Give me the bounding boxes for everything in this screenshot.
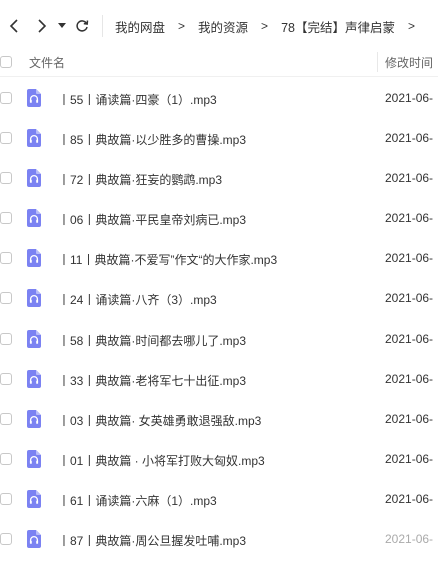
file-modified-date: 2021-06- <box>385 211 434 226</box>
file-modified-date: 2021-06- <box>385 331 434 346</box>
breadcrumb-item-my-resources[interactable]: 我的资源 <box>198 17 248 36</box>
file-modified-date: 2021-06- <box>385 251 434 266</box>
file-modified-date: 2021-06- <box>385 532 434 547</box>
column-header-name[interactable]: 文件名 <box>29 54 65 71</box>
row-checkbox[interactable] <box>0 452 12 465</box>
audio-file-icon <box>27 209 41 228</box>
file-modified-date: 2021-06- <box>385 371 434 386</box>
file-name[interactable]: 丨85丨典故篇·以少胜多的曹操.mp3 <box>58 131 246 148</box>
file-modified-date: 2021-06- <box>385 171 434 186</box>
file-modified-date: 2021-06- <box>385 291 434 306</box>
list-header: 文件名 修改时间 <box>0 48 438 77</box>
file-modified-date: 2021-06- <box>385 451 434 466</box>
audio-file-icon <box>27 89 41 107</box>
file-row[interactable]: 丨72丨典故篇·狂妄的鹦鹉.mp3 2021-06- <box>0 158 438 198</box>
file-name[interactable]: 丨03丨典故篇· 女英雄勇敢退强敌.mp3 <box>58 412 261 429</box>
breadcrumb-separator: > <box>261 19 269 33</box>
row-checkbox[interactable] <box>0 372 12 385</box>
chevron-left-icon[interactable] <box>2 14 26 38</box>
row-checkbox[interactable] <box>0 292 12 305</box>
audio-file-icon <box>27 329 41 348</box>
file-row[interactable]: 丨61丨诵读篇·六麻（1）.mp3 2021-06- <box>0 479 438 519</box>
breadcrumb-separator: > <box>407 19 415 33</box>
row-checkbox[interactable] <box>0 412 12 425</box>
file-row[interactable]: 丨03丨典故篇· 女英雄勇敢退强敌.mp3 2021-06- <box>0 399 438 439</box>
file-row[interactable]: 丨01丨典故篇 · 小将军打败大匈奴.mp3 2021-06- <box>0 439 438 479</box>
row-checkbox[interactable] <box>0 92 12 104</box>
navigation-bar: 我的网盘 > 我的资源 > 78【完结】声律启蒙 > <box>0 0 438 52</box>
file-row[interactable]: 丨11丨典故篇·不爱写”作文“的大作家.mp3 2021-06- <box>0 238 438 278</box>
file-row[interactable]: 丨33丨典故篇·老将军七十出征.mp3 2021-06- <box>0 359 438 399</box>
file-modified-date: 2021-06- <box>385 91 434 105</box>
file-name[interactable]: 丨24丨诵读篇·八齐（3）.mp3 <box>58 291 217 308</box>
audio-file-icon <box>27 530 41 549</box>
file-name[interactable]: 丨72丨典故篇·狂妄的鹦鹉.mp3 <box>58 171 222 188</box>
row-checkbox[interactable] <box>0 132 12 145</box>
row-checkbox[interactable] <box>0 533 12 546</box>
nav-divider <box>102 15 103 37</box>
audio-file-icon <box>27 449 41 468</box>
file-row[interactable]: 丨85丨典故篇·以少胜多的曹操.mp3 2021-06- <box>0 118 438 158</box>
breadcrumb-separator: > <box>178 19 186 33</box>
file-modified-date: 2021-06- <box>385 131 434 146</box>
file-row[interactable]: 丨58丨典故篇·时间都去哪儿了.mp3 2021-06- <box>0 319 438 359</box>
audio-file-icon <box>27 289 41 308</box>
file-row[interactable]: 丨55丨诵读篇·四豪（1）.mp3 2021-06- <box>0 78 438 118</box>
file-modified-date: 2021-06- <box>385 491 434 506</box>
audio-file-icon <box>27 489 41 508</box>
audio-file-icon <box>27 409 41 428</box>
audio-file-icon <box>27 249 41 268</box>
file-row[interactable]: 丨24丨诵读篇·八齐（3）.mp3 2021-06- <box>0 278 438 318</box>
file-name[interactable]: 丨55丨诵读篇·四豪（1）.mp3 <box>58 91 217 108</box>
file-modified-date: 2021-06- <box>385 411 434 426</box>
file-list: 丨55丨诵读篇·四豪（1）.mp3 2021-06- 丨85丨典故篇·以少胜多的… <box>0 78 438 559</box>
file-name[interactable]: 丨33丨典故篇·老将军七十出征.mp3 <box>58 372 246 389</box>
row-checkbox[interactable] <box>0 172 12 185</box>
file-name[interactable]: 丨06丨典故篇·平民皇帝刘病已.mp3 <box>58 211 246 228</box>
column-header-modified[interactable]: 修改时间 <box>385 54 433 71</box>
file-row[interactable]: 丨06丨典故篇·平民皇帝刘病已.mp3 2021-06- <box>0 198 438 238</box>
file-name[interactable]: 丨11丨典故篇·不爱写”作文“的大作家.mp3 <box>58 251 277 268</box>
file-name[interactable]: 丨01丨典故篇 · 小将军打败大匈奴.mp3 <box>58 452 265 469</box>
row-checkbox[interactable] <box>0 492 12 505</box>
refresh-icon[interactable] <box>70 14 94 38</box>
breadcrumb: 我的网盘 > 我的资源 > 78【完结】声律启蒙 > <box>115 17 428 36</box>
file-name[interactable]: 丨58丨典故篇·时间都去哪儿了.mp3 <box>58 332 246 349</box>
row-checkbox[interactable] <box>0 252 12 265</box>
breadcrumb-item-my-drive[interactable]: 我的网盘 <box>115 17 165 36</box>
row-checkbox[interactable] <box>0 332 12 345</box>
audio-file-icon <box>27 129 41 148</box>
select-all-checkbox[interactable] <box>0 56 12 68</box>
audio-file-icon <box>27 369 41 388</box>
file-browser: 我的网盘 > 我的资源 > 78【完结】声律启蒙 > 文件名 修改时间 丨55丨… <box>0 0 438 574</box>
column-divider[interactable] <box>377 52 378 72</box>
file-row[interactable]: 丨87丨典故篇·周公旦握发吐哺.mp3 2021-06- <box>0 519 438 559</box>
caret-down-icon[interactable] <box>54 14 70 38</box>
file-name[interactable]: 丨61丨诵读篇·六麻（1）.mp3 <box>58 492 217 509</box>
chevron-right-icon[interactable] <box>30 14 54 38</box>
file-name[interactable]: 丨87丨典故篇·周公旦握发吐哺.mp3 <box>58 532 246 549</box>
breadcrumb-item-current-folder[interactable]: 78【完结】声律启蒙 <box>281 17 395 36</box>
row-checkbox[interactable] <box>0 212 12 225</box>
audio-file-icon <box>27 169 41 188</box>
